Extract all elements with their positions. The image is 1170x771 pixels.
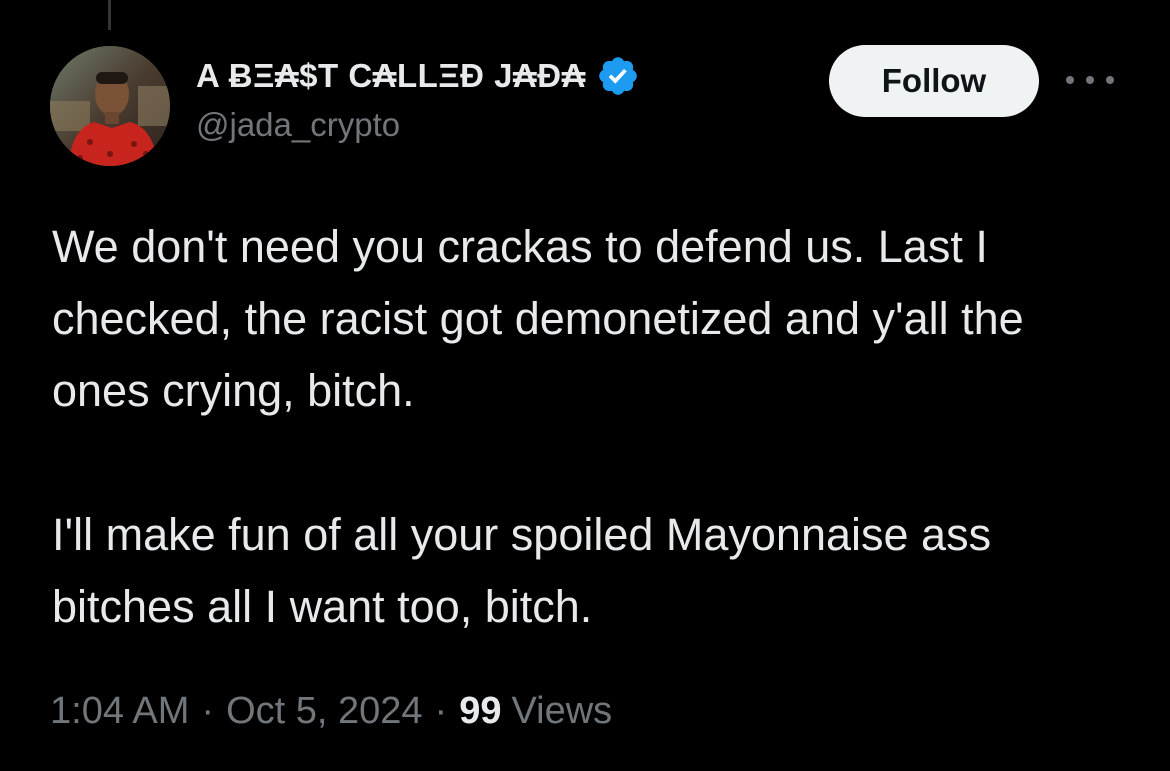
more-dot xyxy=(1066,76,1074,84)
thread-connector-line xyxy=(108,0,111,30)
tweet-header: A ɃΞ₳$T C₳LLΞĐ J₳Đ₳ @jada_crypto Follow xyxy=(50,44,1130,168)
more-dot xyxy=(1086,76,1094,84)
author-display-name[interactable]: A ɃΞ₳$T C₳LLΞĐ J₳Đ₳ xyxy=(196,57,586,95)
separator-dot: · xyxy=(201,690,215,732)
more-horizontal-icon[interactable] xyxy=(1066,64,1114,96)
tweet-text: We don't need you crackas to defend us. … xyxy=(52,211,1132,643)
tweet-metadata: 1:04 AM · Oct 5, 2024 · 99 Views xyxy=(50,690,612,733)
author-identity[interactable]: A ɃΞ₳$T C₳LLΞĐ J₳Đ₳ @jada_crypto xyxy=(196,52,640,144)
views-label[interactable]: Views xyxy=(511,690,612,733)
profile-photo-icon xyxy=(50,46,170,166)
author-name-row: A ɃΞ₳$T C₳LLΞĐ J₳Đ₳ xyxy=(196,52,640,100)
tweet-date[interactable]: Oct 5, 2024 xyxy=(226,690,422,733)
author-handle[interactable]: @jada_crypto xyxy=(196,106,640,144)
verified-badge-icon xyxy=(596,54,640,98)
views-count[interactable]: 99 xyxy=(459,690,501,733)
tweet-paragraph: We don't need you crackas to defend us. … xyxy=(52,221,1024,416)
separator-dot: · xyxy=(434,690,448,732)
more-dot xyxy=(1106,76,1114,84)
tweet-paragraph: I'll make fun of all your spoiled Mayonn… xyxy=(52,509,992,632)
avatar[interactable] xyxy=(50,46,170,166)
follow-button[interactable]: Follow xyxy=(829,45,1039,117)
tweet-time[interactable]: 1:04 AM xyxy=(50,690,189,733)
